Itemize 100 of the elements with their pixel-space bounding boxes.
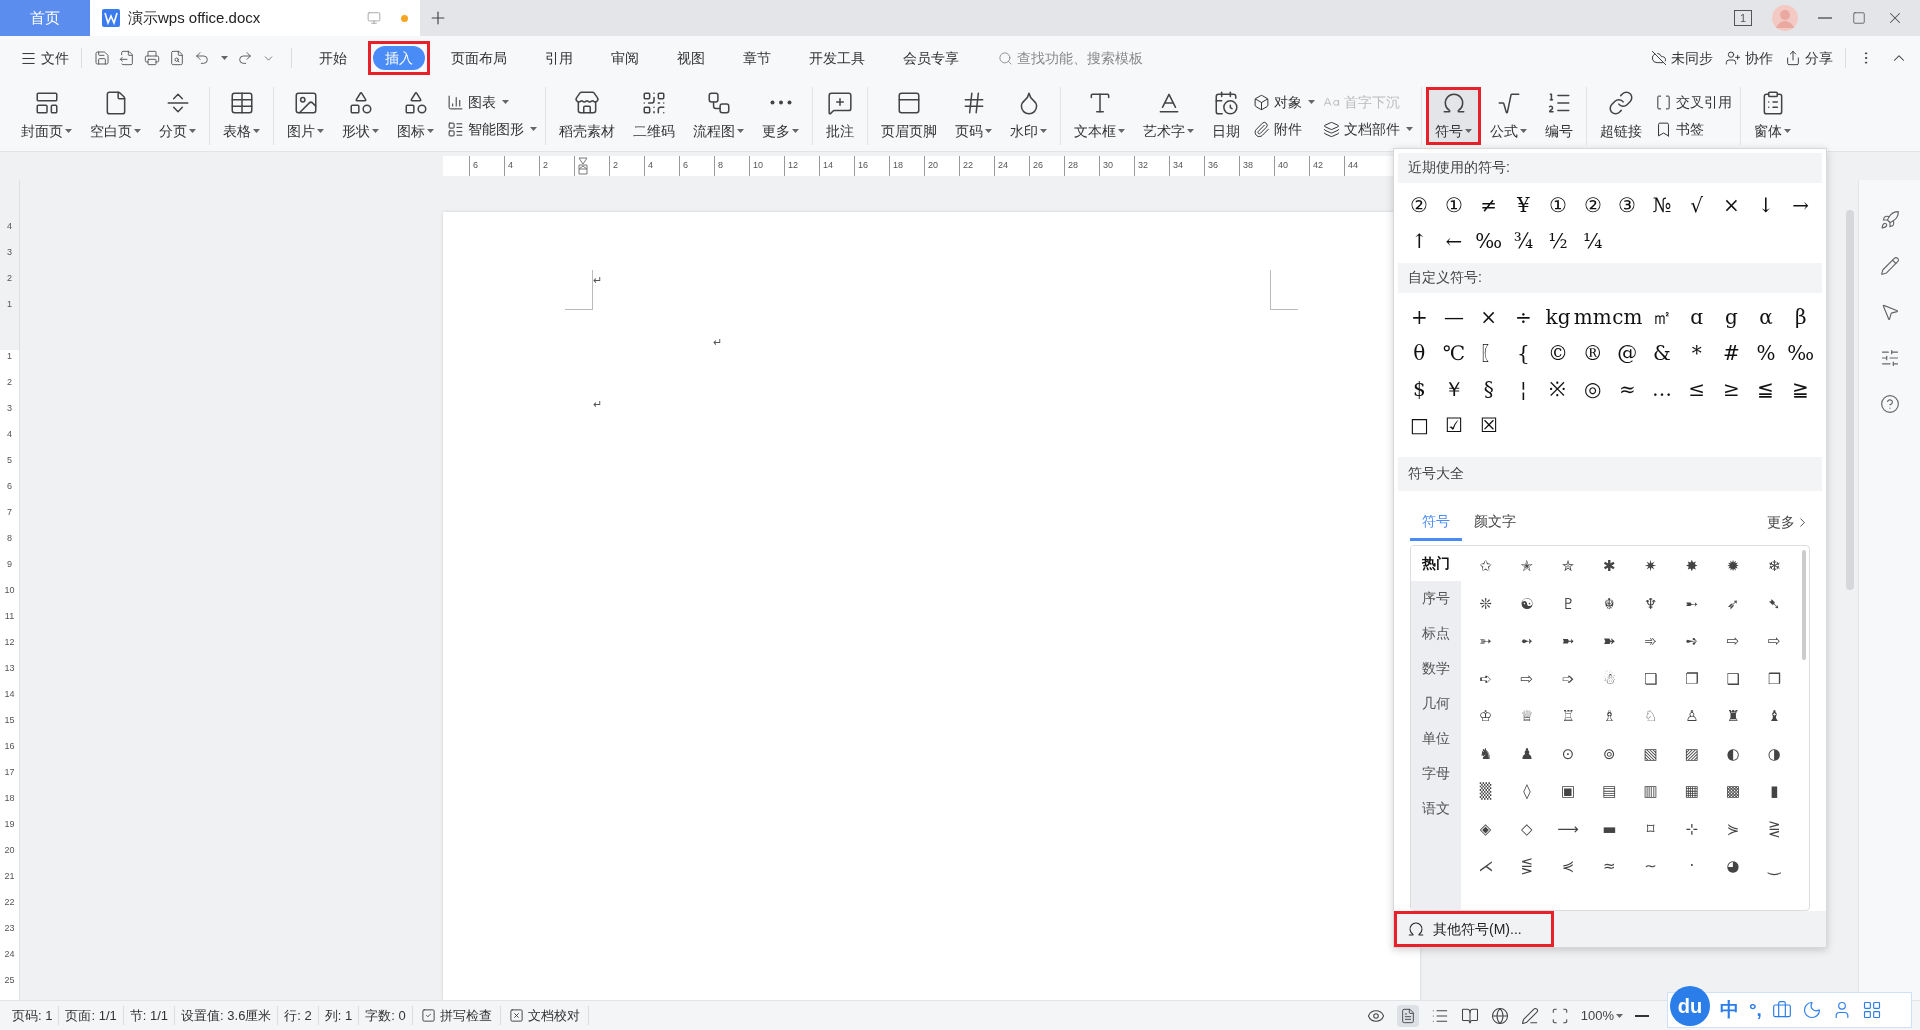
symbol-option[interactable]: × [1471,298,1506,335]
ribbon-button[interactable]: 表格 [217,89,266,142]
symbol-option[interactable]: mm [1575,298,1610,335]
symbol-option[interactable]: ⊙ [1547,735,1589,773]
ribbon-button[interactable]: 编号 [1539,89,1579,142]
ribbon-button[interactable]: 附件 [1253,118,1315,140]
symbol-option[interactable]: ◇ [1506,810,1548,848]
symbol-option[interactable]: ☬ [1588,585,1630,623]
symbol-option[interactable]: ≤ [1679,370,1714,407]
symbol-option[interactable]: ↑ [1402,222,1437,259]
symbol-option[interactable]: ▬ [1588,810,1630,848]
symbol-option[interactable]: ☃ [1588,660,1630,698]
symbol-option[interactable]: ② [1575,186,1610,223]
toolbar-button[interactable]: 协作 [1725,47,1773,69]
ribbon-button[interactable]: 水印 [1004,89,1053,142]
symbol-option[interactable]: ≈ [1588,847,1630,886]
symbol-option[interactable]: α [1748,298,1784,335]
ribbon-button[interactable]: 交叉引用 [1655,91,1732,113]
symbol-option[interactable]: β [1783,298,1818,335]
symbol-option[interactable]: ⊚ [1588,735,1630,773]
symbol-option[interactable]: ▮ [1753,772,1795,811]
file-menu-button[interactable]: 文件 [12,47,77,69]
ribbon-tab[interactable]: 页面布局 [439,46,519,70]
symbol-option[interactable]: ➸ [1671,585,1713,623]
symbol-option[interactable]: ¾ [1506,222,1541,259]
symbol-option[interactable]: ◑ [1753,735,1795,773]
symbol-option[interactable]: ‿ [1753,847,1795,886]
symbol-option[interactable]: cm [1610,298,1645,335]
symbol-option[interactable]: ▒ [1465,772,1507,811]
symbol-option[interactable]: 〖 [1471,334,1506,371]
symbol-option[interactable]: □ [1402,406,1437,443]
ribbon-button[interactable]: 页眉页脚 [875,89,943,142]
ribbon-button[interactable]: 日期 [1206,89,1246,142]
symbol-option[interactable]: ❐ [1671,660,1713,698]
scrollbar-thumb[interactable] [1802,549,1806,660]
symbol-option[interactable]: ￥ [1436,370,1472,407]
ribbon-button[interactable]: 超链接 [1594,89,1648,142]
symbol-option[interactable]: ◊ [1506,772,1548,811]
ribbon-button[interactable]: 分页 [153,89,202,142]
symbol-option[interactable]: ❑ [1712,660,1754,698]
symbol-option[interactable]: ◎ [1575,370,1610,407]
symbol-option[interactable]: ❒ [1753,660,1795,698]
symbol-option[interactable]: ⇨ [1753,622,1795,661]
symbol-option[interactable]: ✩ [1465,547,1507,586]
ribbon-button[interactable]: 艺术字 [1137,89,1200,142]
symbol-option[interactable]: ◐ [1712,735,1754,773]
ribbon-button[interactable]: 二维码 [627,89,681,142]
symbol-option[interactable]: — [1436,298,1472,335]
symbol-option[interactable]: ❏ [1630,660,1672,698]
symbol-option[interactable]: ※ [1540,370,1576,407]
symbol-option[interactable]: $ [1402,370,1437,407]
ribbon-tab[interactable]: 开发工具 [797,46,877,70]
symbol-option[interactable]: ➺ [1671,622,1713,661]
ribbon-tab[interactable]: 章节 [731,46,783,70]
symbol-option[interactable]: ♟ [1506,735,1548,773]
symbol-option[interactable]: ➷ [1753,585,1795,623]
symbol-option[interactable]: ↓ [1748,186,1784,223]
symbol-option[interactable]: ▩ [1712,772,1754,811]
ribbon-button[interactable]: 智能图形 [447,118,537,140]
ribbon-button[interactable]: 图标 [391,89,440,142]
symbol-option[interactable]: ❊ [1465,585,1507,623]
ribbon-button[interactable]: 流程图 [687,89,750,142]
symbol-option[interactable]: ♘ [1630,697,1672,736]
symbol-option[interactable]: ➩ [1547,660,1589,698]
avatar[interactable] [1772,5,1798,31]
zoom-dropdown[interactable]: 100% [1580,1005,1623,1026]
symbol-option[interactable]: ⇨ [1506,660,1548,698]
symbol-option[interactable]: ‰ [1783,334,1818,371]
symbol-option[interactable]: § [1471,370,1506,407]
symbol-option[interactable]: ♖ [1547,697,1589,736]
symbol-option[interactable]: ▥ [1630,772,1672,811]
symbol-option[interactable]: ✷ [1630,547,1672,586]
ribbon-button[interactable]: 窗体 [1748,89,1797,142]
category-item[interactable]: 热门 [1411,545,1461,581]
symbol-option[interactable]: … [1644,370,1680,407]
page-count-indicator[interactable]: 1 [1733,10,1752,26]
symbol-option[interactable]: g [1714,298,1749,335]
ribbon-tab[interactable]: 会员专享 [891,46,971,70]
ribbon-button[interactable]: 更多 [756,89,805,142]
symbol-option[interactable]: ♇ [1547,585,1589,623]
scrollbar-thumb[interactable] [1846,210,1854,590]
symbol-option[interactable]: ① [1436,186,1472,223]
ribbon-tab[interactable]: 引用 [533,46,585,70]
ribbon-button[interactable]: 图片 [281,89,330,142]
toolbar-button[interactable]: 未同步 [1651,47,1713,69]
symbol-option[interactable]: ➼ [1547,622,1589,661]
ribbon-button[interactable]: 符号 [1429,89,1478,142]
symbol-option[interactable]: ♗ [1588,697,1630,736]
symbol-option[interactable]: { [1506,334,1541,371]
symbol-option[interactable]: ➾ [1630,622,1672,661]
symbol-option[interactable]: ⋞ [1547,847,1589,886]
symbol-option[interactable]: © [1540,334,1576,371]
symbol-option[interactable]: * [1679,334,1714,371]
symbol-option[interactable]: ℃ [1436,334,1472,371]
symbol-option[interactable]: % [1748,334,1784,371]
symbol-option[interactable]: ☑ [1436,406,1472,443]
symbol-option[interactable]: ➽ [1588,622,1630,661]
ribbon-button[interactable]: 对象 [1253,91,1315,113]
symbol-option[interactable]: ☒ [1471,406,1506,443]
symbol-option[interactable]: ≥ [1714,370,1749,407]
